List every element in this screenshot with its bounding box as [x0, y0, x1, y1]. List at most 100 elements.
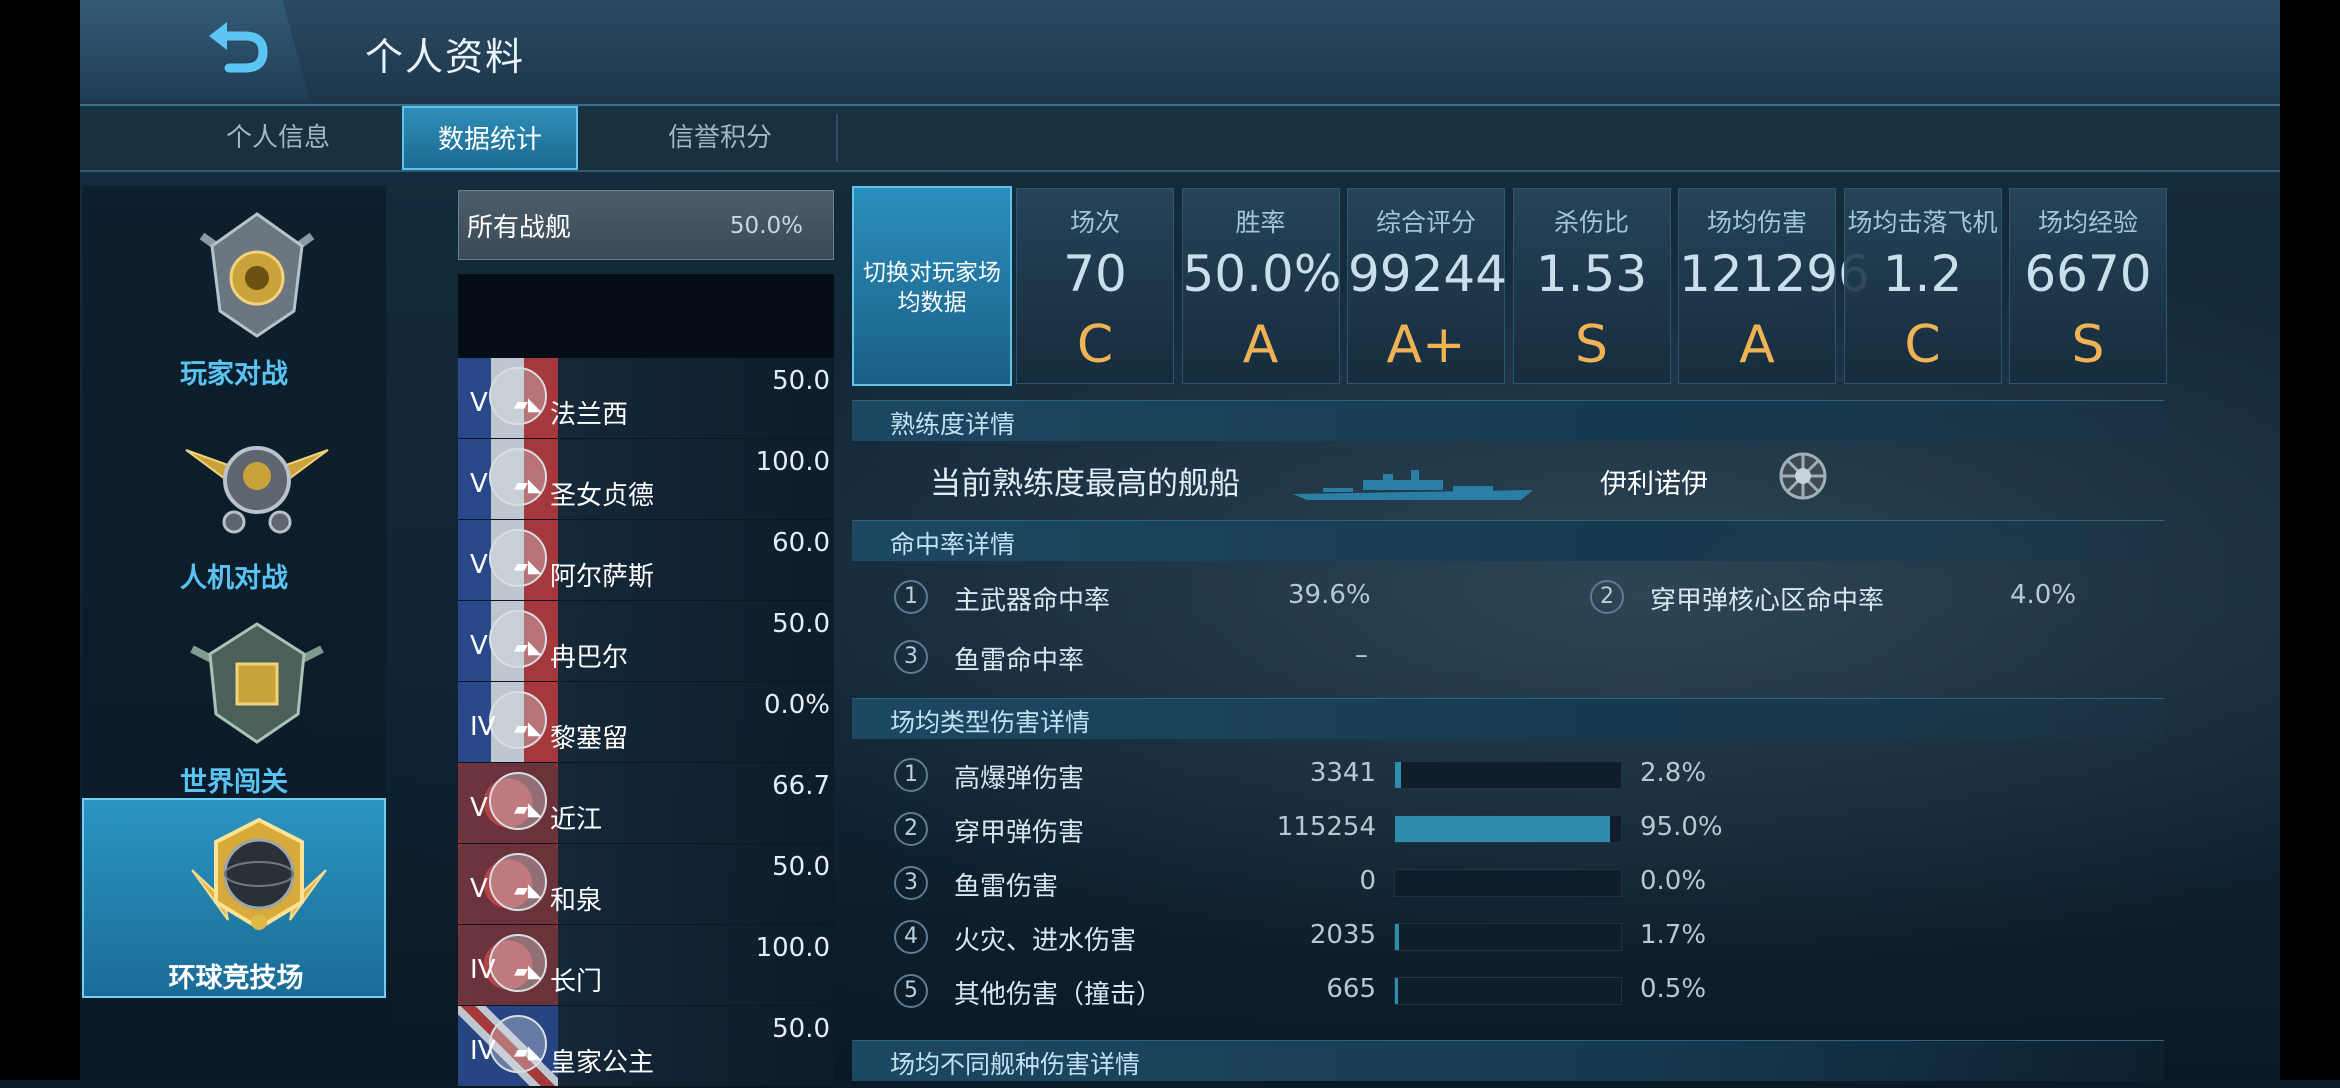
damage-value: 115254	[1276, 812, 1376, 842]
stat-label: 场均经验	[2037, 208, 2138, 237]
stat-grade: S	[2071, 315, 2105, 375]
ship-winrate: 0.0%	[763, 690, 830, 720]
ship-list-item[interactable]: IV ▰◣ 黎塞留 0.0%	[458, 682, 834, 764]
ship-name: 阿尔萨斯	[550, 562, 655, 592]
stat-grade: A	[1242, 315, 1279, 375]
stat-label: 综合评分	[1375, 208, 1476, 237]
stat-card: 场均伤害 121296 A	[1678, 188, 1870, 384]
ship-name: 黎塞留	[550, 724, 629, 754]
row-number: 5	[894, 974, 928, 1008]
back-button[interactable]	[205, 18, 275, 78]
stat-label: 场次	[1069, 208, 1120, 237]
ship-list-item[interactable]: V ▰◣ 和泉 50.0	[458, 844, 834, 926]
ship-name: 皇家公主	[550, 1048, 655, 1078]
stat-card: 场均经验 6670 S	[2009, 188, 2167, 384]
stat-grade: C	[1076, 315, 1114, 375]
stat-label: 杀伤比	[1553, 208, 1629, 237]
damage-bar	[1394, 923, 1622, 951]
top-ship-name: 伊利诺伊	[1600, 469, 1708, 500]
damage-percent: 95.0%	[1640, 812, 1723, 842]
damage-type-label: 穿甲弹伤害	[954, 818, 1085, 848]
ship-name: 近江	[550, 805, 603, 835]
ship-winrate: 50.0	[772, 1014, 830, 1044]
ship-list-item[interactable]: IV ▰◣ 皇家公主 50.0	[458, 1006, 834, 1088]
stat-card: 综合评分 99244 A+	[1347, 188, 1507, 384]
damage-bar	[1394, 815, 1622, 843]
switch-data-button[interactable]: 切换对玩家场 均数据	[852, 186, 1012, 386]
hit-rate-label: 主武器命中率	[954, 586, 1111, 616]
row-number: 4	[894, 920, 928, 954]
damage-percent: 0.5%	[1640, 974, 1707, 1004]
stat-value: 50.0%	[1182, 245, 1342, 303]
damage-bar	[1394, 761, 1622, 789]
arena-emblem-icon	[191, 817, 327, 931]
ship-winrate: 50.0	[772, 366, 830, 396]
tab-reputation-points[interactable]: 信誉积分	[650, 106, 790, 170]
ship-name: 和泉	[550, 886, 603, 916]
ship-winrate: 66.7	[772, 771, 830, 801]
ship-winrate: 60.0	[772, 528, 830, 558]
tab-divider	[836, 114, 838, 162]
ship-list-item[interactable]: V ▰◣ 近江 66.7	[458, 763, 834, 845]
stat-label: 胜率	[1235, 208, 1286, 237]
ship-tier: V	[470, 550, 488, 580]
row-number: 2	[894, 812, 928, 846]
stat-grade: C	[1904, 315, 1941, 375]
section-proficiency: 熟练度详情	[852, 400, 2164, 441]
ship-tier: V	[470, 874, 488, 904]
damage-percent: 2.8%	[1640, 758, 1707, 788]
proficiency-badge-icon	[1779, 452, 1827, 500]
ship-type-icon: ▰◣	[514, 394, 542, 415]
proficiency-label: 当前熟练度最高的舰船	[930, 466, 1240, 502]
row-number: 3	[894, 866, 928, 900]
all-ships-winrate: 50.0%	[729, 213, 803, 239]
stat-grade: A	[1739, 315, 1775, 375]
damage-type-label: 其他伤害（撞击）	[954, 980, 1163, 1010]
ship-tier: V	[470, 793, 488, 823]
back-button-background	[80, 0, 310, 100]
damage-bar	[1394, 977, 1622, 1005]
damage-value: 2035	[1309, 920, 1376, 950]
ship-name: 冉巴尔	[550, 643, 629, 673]
mode-pvp[interactable]: 玩家对战	[82, 196, 386, 396]
stat-card: 场次 70 C	[1016, 188, 1174, 384]
ship-list-item[interactable]: IV ▰◣ 长门 100.0	[458, 925, 834, 1007]
section-title: 场均类型伤害详情	[890, 708, 1091, 737]
ship-type-icon: ▰◣	[514, 799, 542, 820]
ship-list-item[interactable]: V ▰◣ 冉巴尔 50.0	[458, 601, 834, 683]
stat-card: 场均击落飞机 1.2 C	[1843, 188, 2002, 384]
tab-bar: 个人信息 数据统计 信誉积分	[80, 106, 2280, 172]
all-ships-filter[interactable]: 所有战舰 50.0%	[458, 190, 834, 260]
ship-tier: IV	[470, 955, 496, 985]
damage-percent: 0.0%	[1640, 866, 1707, 896]
ship-list: 所有战舰 50.0% V ▰◣ 法兰西 50.0 V ▰◣ 圣女贞德 100.0…	[458, 186, 834, 1088]
stat-value: 70	[1063, 245, 1127, 303]
mode-world-challenge[interactable]: 世界闯关	[82, 604, 386, 804]
row-number: 1	[894, 580, 928, 614]
stat-value: 6670	[2024, 245, 2152, 303]
stat-card: 杀伤比 1.53 S	[1512, 188, 1671, 384]
ship-list-item[interactable]: V ▰◣ 法兰西 50.0	[458, 358, 834, 440]
ship-tier: IV	[470, 1036, 496, 1066]
mode-pve[interactable]: 人机对战	[82, 400, 386, 600]
damage-bar	[1394, 869, 1622, 897]
stat-value: 1.53	[1535, 245, 1648, 303]
hit-rate-label: 穿甲弹核心区命中率	[1650, 586, 1885, 616]
damage-bar-fill	[1395, 978, 1398, 1004]
switch-label-line1: 切换对玩家场	[863, 260, 1001, 286]
ship-type-icon: ▰◣	[514, 961, 542, 982]
pvp-emblem-icon	[199, 212, 315, 338]
section-title: 场均不同舰种伤害详情	[890, 1050, 1141, 1079]
ship-type-icon: ▰◣	[514, 556, 542, 577]
stat-label: 场均击落飞机	[1847, 208, 1998, 237]
ship-list-item[interactable]: V ▰◣ 圣女贞德 100.0	[458, 439, 834, 521]
ship-list-item[interactable]: V ▰◣ 阿尔萨斯 60.0	[458, 520, 834, 602]
damage-bar-fill	[1395, 816, 1610, 842]
mode-global-arena[interactable]: 环球竞技场	[82, 798, 386, 998]
tab-data-stats[interactable]: 数据统计	[402, 106, 578, 170]
ship-winrate: 100.0	[755, 933, 830, 963]
ship-type-icon: ▰◣	[514, 637, 542, 658]
back-arrow-icon	[209, 22, 268, 73]
section-title: 熟练度详情	[890, 410, 1016, 439]
tab-personal-info[interactable]: 个人信息	[210, 106, 346, 170]
